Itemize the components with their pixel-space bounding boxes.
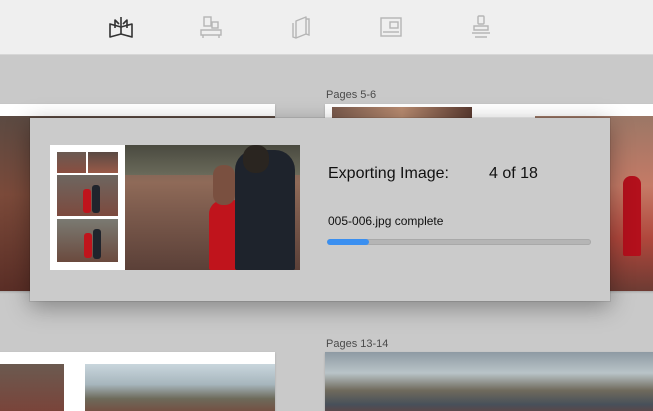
tool-pages[interactable]	[285, 12, 317, 42]
figure-shape	[213, 165, 235, 205]
app-window: Pages 5-6 Pages 13-14 Exporting Image: 4…	[0, 0, 653, 411]
figure-shape	[623, 176, 641, 256]
figure-shape	[83, 189, 91, 213]
export-status: 005-006.jpg complete	[328, 214, 444, 228]
toolbar	[0, 0, 653, 55]
export-progress-bar	[327, 239, 591, 245]
spread-label-pages-13-14: Pages 13-14	[326, 338, 389, 350]
stamp-icon	[472, 15, 490, 38]
pages-icon	[292, 16, 310, 39]
figure-shape	[93, 229, 101, 259]
spread-photo	[85, 364, 275, 411]
tool-layout[interactable]	[195, 12, 227, 42]
tool-book[interactable]	[105, 12, 137, 42]
preview-right-page	[125, 145, 300, 270]
spread-photo	[325, 352, 653, 411]
export-progress-fill	[327, 239, 370, 245]
spread-pages-11-12[interactable]	[0, 352, 275, 411]
export-title: Exporting Image:	[328, 165, 449, 182]
spread-pages-13-14[interactable]	[325, 352, 653, 411]
preview-photo	[57, 152, 86, 173]
book-icon	[109, 17, 133, 38]
export-dialog: Exporting Image: 4 of 18 005-006.jpg com…	[30, 118, 610, 301]
spread-icon	[380, 17, 402, 37]
tool-spread[interactable]	[375, 12, 407, 42]
export-count: 4 of 18	[489, 165, 538, 182]
layout-icon	[200, 16, 222, 38]
preview-photo	[57, 219, 118, 262]
figure-shape	[92, 185, 100, 213]
figure-shape	[84, 233, 92, 258]
tool-stamp[interactable]	[465, 12, 497, 42]
preview-photo	[88, 152, 118, 173]
spread-label-pages-5-6: Pages 5-6	[326, 89, 377, 101]
preview-left-page	[50, 145, 125, 270]
preview-photo	[57, 175, 118, 216]
spread-photo	[0, 364, 64, 411]
figure-shape	[243, 145, 269, 173]
